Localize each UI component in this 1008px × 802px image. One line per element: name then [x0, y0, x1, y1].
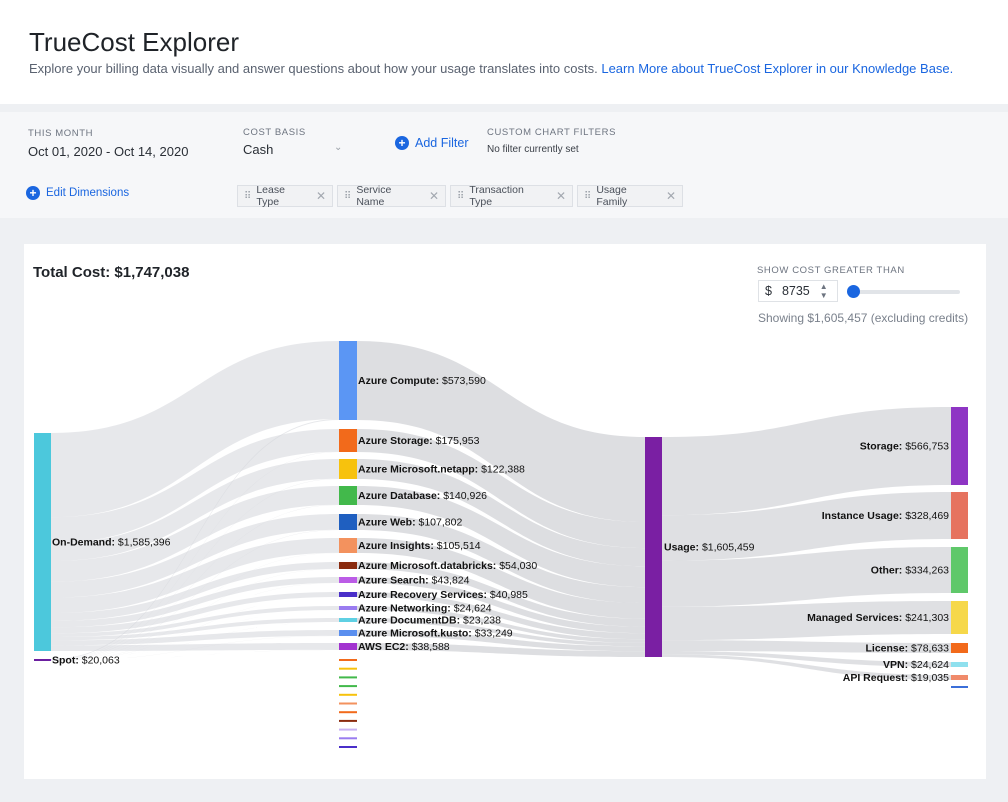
node-bar-azure-documentdb [339, 618, 357, 622]
minor-service-mark [339, 737, 357, 740]
minor-service-mark [339, 676, 357, 679]
minor-service-mark [339, 711, 357, 714]
node-bar-aws-ec2 [339, 643, 357, 650]
node-bar-on-demand [34, 433, 51, 651]
node-label-azure-web: Azure Web: $107,802 [358, 517, 462, 529]
node-label-api-request: API Request: $19,035 [843, 672, 949, 684]
node-bar-azure-search [339, 577, 357, 583]
node-label-azure-storage: Azure Storage: $175,953 [358, 435, 480, 447]
node-label-other: Other: $334,263 [871, 565, 949, 577]
node-label-azure-networking: Azure Networking: $24,624 [358, 603, 492, 615]
node-label-aws-ec2: AWS EC2: $38,588 [358, 641, 450, 653]
node-bar-azure-insights [339, 538, 357, 553]
node-bar-storage [951, 407, 968, 485]
minor-service-mark [339, 702, 357, 705]
node-bar-azure-recovery-services [339, 592, 357, 597]
minor-service-mark [339, 693, 357, 696]
node-bar-spot [34, 659, 51, 661]
node-label-vpn: VPN: $24,624 [883, 659, 949, 671]
node-label-azure-documentdb: Azure DocumentDB: $23,238 [358, 615, 501, 627]
node-bar-azure-compute [339, 341, 357, 420]
minor-service-mark [339, 719, 357, 722]
node-label-azure-insights: Azure Insights: $105,514 [358, 540, 481, 552]
node-label-azure-search: Azure Search: $43,824 [358, 575, 470, 587]
minor-service-mark [339, 659, 357, 661]
node-bar-license [951, 643, 968, 653]
node-bar-instance-usage [951, 492, 968, 539]
node-bar-azure-web [339, 514, 357, 530]
node-bar-other [951, 547, 968, 593]
minor-usage-family-mark [951, 686, 968, 688]
minor-service-mark [339, 685, 357, 688]
node-bar-azure-microsoft-netapp [339, 459, 357, 479]
node-bar-api-request [951, 675, 968, 680]
node-label-azure-microsoft-kusto: Azure Microsoft.kusto: $33,249 [358, 628, 513, 640]
node-label-usage: Usage: $1,605,459 [664, 542, 755, 554]
node-bar-azure-storage [339, 429, 357, 452]
node-label-managed-services: Managed Services: $241,303 [807, 612, 949, 624]
node-label-on-demand: On-Demand: $1,585,396 [52, 537, 171, 549]
minor-service-mark [339, 728, 357, 731]
node-bar-azure-microsoft-databricks [339, 562, 357, 569]
node-label-instance-usage: Instance Usage: $328,469 [822, 510, 949, 522]
node-label-azure-microsoft-netapp: Azure Microsoft.netapp: $122,388 [358, 464, 525, 476]
node-label-azure-compute: Azure Compute: $573,590 [358, 375, 486, 387]
node-bar-managed-services [951, 601, 968, 634]
minor-service-mark [339, 667, 357, 670]
node-bar-azure-database [339, 486, 357, 505]
node-label-spot: Spot: $20,063 [52, 655, 120, 667]
node-bar-vpn [951, 662, 968, 667]
sankey-chart: On-Demand: $1,585,396 Spot: $20,063 Azure … [34, 341, 968, 748]
node-label-license: License: $78,633 [866, 643, 950, 655]
node-label-azure-database: Azure Database: $140,926 [358, 490, 487, 502]
node-bar-azure-microsoft-kusto [339, 630, 357, 636]
node-label-azure-microsoft-databricks: Azure Microsoft.databricks: $54,030 [358, 560, 537, 572]
node-bar-usage [645, 437, 662, 657]
node-label-storage: Storage: $566,753 [860, 441, 949, 453]
node-label-azure-recovery-services: Azure Recovery Services: $40,985 [358, 589, 528, 601]
minor-service-mark [339, 746, 357, 748]
node-bar-azure-networking [339, 606, 357, 610]
